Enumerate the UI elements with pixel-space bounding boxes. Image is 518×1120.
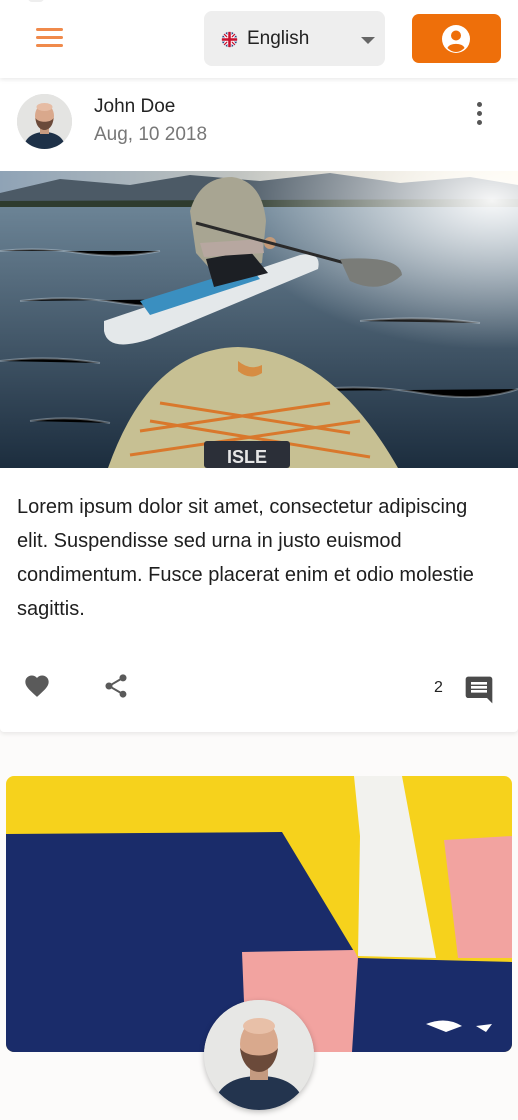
uk-flag-icon [221, 31, 238, 48]
comment-count: 2 [434, 679, 443, 696]
top-app-bar: English [0, 0, 518, 78]
author-name[interactable]: John Doe [94, 96, 175, 118]
post-image: ISLE [0, 171, 518, 468]
svg-text:ISLE: ISLE [227, 447, 267, 467]
post-text: Lorem ipsum dolor sit amet, consectetur … [17, 496, 474, 620]
chevron-down-icon [361, 37, 375, 44]
scroll-ghost [28, 0, 44, 2]
language-label: English [247, 28, 310, 49]
avatar[interactable] [17, 94, 72, 149]
post-card: John Doe Aug, 10 2018 ISLE Lorem ipsum d… [0, 78, 518, 732]
more-vert-icon[interactable] [468, 102, 490, 130]
heart-icon[interactable] [22, 672, 56, 704]
hamburger-menu-icon[interactable] [36, 28, 64, 50]
share-icon[interactable] [102, 672, 132, 704]
language-select[interactable]: English [204, 11, 385, 66]
post-date: Aug, 10 2018 [94, 124, 208, 145]
page: English John Doe Aug, 10 2018 ISLE Lorem… [0, 0, 518, 1120]
profile-avatar[interactable] [204, 1000, 314, 1110]
comment-icon[interactable] [463, 674, 495, 706]
account-circle-icon [442, 25, 470, 53]
account-button[interactable] [412, 14, 501, 63]
